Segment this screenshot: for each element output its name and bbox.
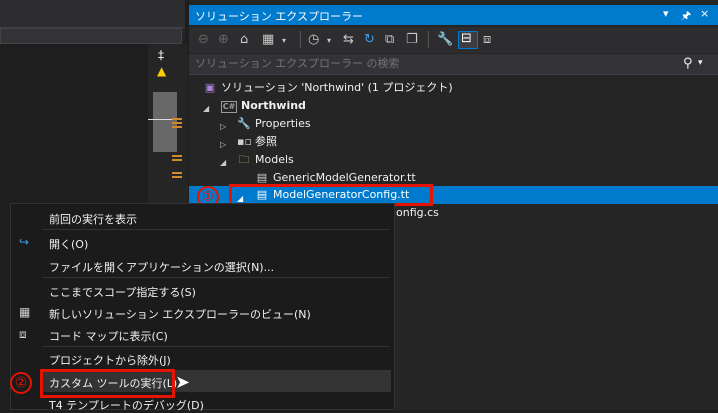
menu-item-scope-to-this[interactable]: ここまでスコープ指定する(S) (49, 284, 196, 300)
collapsed-arrow-icon[interactable]: ▷ (220, 140, 226, 149)
expanded-arrow-icon[interactable]: ◢ (203, 104, 209, 113)
tree-item-config-cs[interactable]: onfig.cs (396, 204, 439, 222)
chevron-down-icon[interactable]: ▾ (327, 36, 331, 45)
change-marker (172, 159, 182, 161)
open-arrow-icon: ↪ (19, 235, 30, 249)
forward-icon[interactable]: ⊕ (218, 32, 229, 47)
menu-item-open[interactable]: 開く(O) (49, 236, 88, 252)
menu-item-show-on-code-map[interactable]: コード マップに表示(C) (49, 328, 168, 344)
menu-item-new-explorer-view[interactable]: 新しいソリューション エクスプローラーのビュー(N) (49, 306, 311, 322)
tree-item-models[interactable]: 🗀 Models (237, 151, 294, 169)
expanded-arrow-icon[interactable]: ◢ (220, 158, 226, 167)
menu-item-exclude-from-project[interactable]: プロジェクトから除外(J) (49, 352, 171, 368)
refresh-icon[interactable]: ↻ (364, 32, 375, 47)
switch-views-icon[interactable]: ▦ (262, 32, 274, 47)
tree-item-properties[interactable]: 🔧 Properties (237, 115, 310, 133)
scroll-position-line (148, 119, 174, 120)
show-all-files-icon[interactable]: ❐ (406, 32, 418, 47)
tree-item-solution[interactable]: ▣ ソリューション 'Northwind' (1 プロジェクト) (203, 79, 453, 97)
toolbar-separator (428, 31, 429, 48)
code-map-icon[interactable]: ⧈ (483, 32, 491, 47)
pin-button[interactable]: 🖈 (681, 7, 691, 26)
chevron-down-icon[interactable]: ▾ (282, 36, 286, 45)
toolbar-separator (300, 31, 301, 48)
chevron-down-icon[interactable]: ▾ (698, 58, 703, 68)
folder-icon: 🗀 (238, 153, 250, 166)
warning-icon: ▲ (157, 64, 167, 78)
code-map-icon: ⧈ (19, 327, 27, 341)
menu-item-open-with[interactable]: ファイルを開くアプリケーションの選択(N)... (49, 259, 274, 275)
home-icon[interactable]: ⌂ (240, 32, 248, 47)
search-input[interactable] (195, 57, 665, 70)
collapsed-arrow-icon[interactable]: ▷ (220, 122, 226, 131)
menu-separator (42, 277, 390, 278)
tree-item-project[interactable]: C# Northwind (221, 97, 306, 115)
csharp-project-icon: C# (221, 101, 237, 113)
change-marker (172, 126, 182, 128)
menu-separator (42, 229, 390, 230)
mouse-cursor-icon: ➤ (175, 372, 191, 393)
search-icon[interactable]: ⚲ (683, 56, 693, 71)
back-icon[interactable]: ⊖ (198, 32, 209, 47)
split-handle-icon[interactable]: ‡ (158, 48, 164, 62)
references-icon: ▪▫ (237, 135, 252, 148)
menu-item-show-last-run[interactable]: 前回の実行を表示 (49, 211, 137, 227)
close-button[interactable]: × (700, 7, 709, 20)
tree-item-references[interactable]: ▪▫ 参照 (237, 133, 277, 151)
sync-icon[interactable]: ⇆ (343, 32, 354, 47)
collapse-all-icon[interactable]: ⧉ (385, 32, 394, 47)
step-badge-2: ② (10, 372, 32, 394)
editor-top-bar (0, 0, 185, 28)
properties-wrench-icon[interactable]: 🔧 (437, 32, 453, 47)
editor-navigation-combo[interactable] (0, 28, 182, 44)
menu-separator (42, 346, 390, 347)
change-marker (172, 172, 182, 174)
menu-item-debug-t4-template[interactable]: T4 テンプレートのデバッグ(D) (49, 397, 204, 413)
highlight-box-2 (40, 369, 175, 398)
change-marker (172, 155, 182, 157)
panel-menu-button[interactable]: ▾ (663, 7, 669, 20)
change-marker (172, 118, 182, 120)
change-marker (172, 176, 182, 178)
preview-icon: ⊟ (461, 31, 472, 46)
solution-icon: ▣ (204, 81, 216, 94)
wrench-icon: 🔧 (237, 117, 251, 130)
solution-explorer-title: ソリューション エクスプローラー (195, 10, 363, 23)
change-marker (172, 122, 182, 124)
new-view-icon: ▦ (19, 305, 31, 319)
pending-changes-icon[interactable]: ◷ (308, 32, 319, 47)
